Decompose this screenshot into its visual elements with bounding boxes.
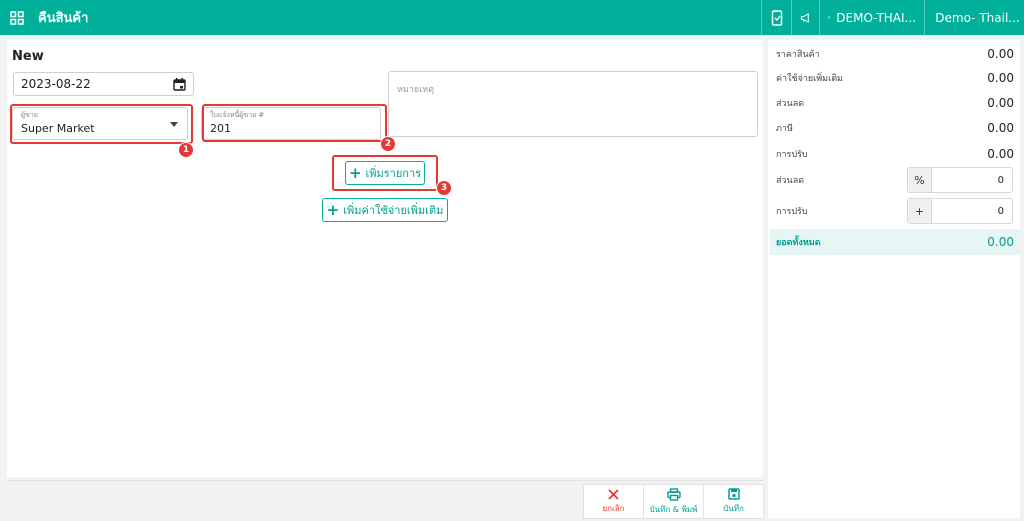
form-title: New bbox=[12, 49, 44, 64]
annotation-badge-1: 1 bbox=[178, 142, 194, 158]
page-title: คืนสินค้า bbox=[38, 11, 89, 26]
total-row: ยอดทั้งหมด 0.00 bbox=[770, 229, 1020, 255]
sign-toggle[interactable]: + bbox=[908, 199, 932, 223]
note-textarea[interactable]: หมายเหตุ bbox=[388, 71, 758, 137]
adjust-input[interactable]: 0 bbox=[932, 199, 1012, 223]
summary-label: ราคาสินค้า bbox=[776, 50, 820, 60]
summary-row-product-price: ราคาสินค้า 0.00 bbox=[768, 44, 1020, 64]
summary-label: ภาษี bbox=[776, 124, 793, 134]
summary-panel: ราคาสินค้า 0.00 ค่าใช้จ่ายเพิ่มเติม 0.00… bbox=[768, 40, 1020, 518]
close-icon bbox=[608, 488, 619, 500]
save-print-button[interactable]: บันทึก & พิมพ์ bbox=[643, 485, 703, 518]
cancel-label: ยกเลิก bbox=[602, 503, 625, 513]
discount-input-group: % 0 bbox=[907, 167, 1013, 193]
cancel-button[interactable]: ยกเลิก bbox=[584, 485, 643, 518]
announcement-icon[interactable] bbox=[791, 0, 819, 35]
summary-label: ค่าใช้จ่ายเพิ่มเติม bbox=[776, 74, 843, 84]
note-placeholder: หมายเหตุ bbox=[397, 85, 435, 95]
summary-value: 0.00 bbox=[987, 47, 1014, 61]
save-button[interactable]: บันทึก bbox=[703, 485, 763, 518]
mobile-icon[interactable] bbox=[761, 0, 791, 35]
summary-row-discount: ส่วนลด 0.00 bbox=[768, 93, 1020, 113]
top-bar: คืนสินค้า DEMO-THAI... Demo- Thail... bbox=[0, 0, 1024, 35]
annotation-badge-2: 2 bbox=[380, 136, 396, 152]
add-expense-label: เพิ่มค่าใช้จ่ายเพิ่มเติม bbox=[343, 204, 444, 217]
discount-label: ส่วนลด bbox=[776, 176, 805, 186]
user-menu[interactable]: Demo- Thail... bbox=[924, 0, 1024, 35]
branch-name: DEMO-THAI... bbox=[836, 10, 916, 25]
percent-toggle[interactable]: % bbox=[908, 168, 932, 192]
calendar-icon[interactable] bbox=[173, 77, 186, 91]
adjust-input-row: การปรับ + 0 bbox=[768, 198, 1020, 224]
highlight-invoice bbox=[202, 104, 387, 142]
summary-value: 0.00 bbox=[987, 147, 1014, 161]
branch-selector[interactable]: DEMO-THAI... bbox=[819, 0, 924, 35]
annotation-badge-3: 3 bbox=[436, 180, 452, 196]
apps-grid-icon[interactable] bbox=[0, 0, 34, 35]
discount-input-row: ส่วนลด % 0 bbox=[768, 167, 1020, 193]
printer-icon bbox=[666, 487, 681, 501]
summary-row-adjustment: การปรับ 0.00 bbox=[768, 144, 1020, 164]
total-value: 0.00 bbox=[987, 235, 1014, 249]
summary-value: 0.00 bbox=[987, 96, 1014, 110]
summary-row-tax: ภาษี 0.00 bbox=[768, 118, 1020, 138]
summary-label: การปรับ bbox=[776, 150, 808, 160]
footer-bar: ยกเลิก บันทึก & พิมพ์ บันทึก bbox=[7, 480, 764, 519]
date-value: 2023-08-22 bbox=[21, 77, 91, 91]
total-label: ยอดทั้งหมด bbox=[776, 238, 821, 248]
footer-actions: ยกเลิก บันทึก & พิมพ์ บันทึก bbox=[583, 484, 764, 519]
adjust-label: การปรับ bbox=[776, 207, 808, 217]
summary-value: 0.00 bbox=[987, 71, 1014, 85]
save-label: บันทึก bbox=[723, 504, 744, 513]
add-expense-button[interactable]: + เพิ่มค่าใช้จ่ายเพิ่มเติม bbox=[322, 198, 448, 222]
adjust-input-group: + 0 bbox=[907, 198, 1013, 224]
save-print-label: บันทึก & พิมพ์ bbox=[649, 504, 698, 514]
save-icon bbox=[727, 488, 740, 500]
store-icon bbox=[828, 16, 831, 19]
discount-input[interactable]: 0 bbox=[932, 168, 1012, 192]
highlight-add-item bbox=[332, 155, 438, 191]
user-name: Demo- Thail... bbox=[935, 10, 1020, 25]
summary-row-extra-expense: ค่าใช้จ่ายเพิ่มเติม 0.00 bbox=[768, 68, 1020, 88]
summary-label: ส่วนลด bbox=[776, 99, 805, 109]
highlight-vendor bbox=[10, 104, 193, 144]
summary-value: 0.00 bbox=[987, 121, 1014, 135]
plus-icon: + bbox=[326, 200, 340, 219]
date-field[interactable]: 2023-08-22 bbox=[13, 72, 194, 96]
